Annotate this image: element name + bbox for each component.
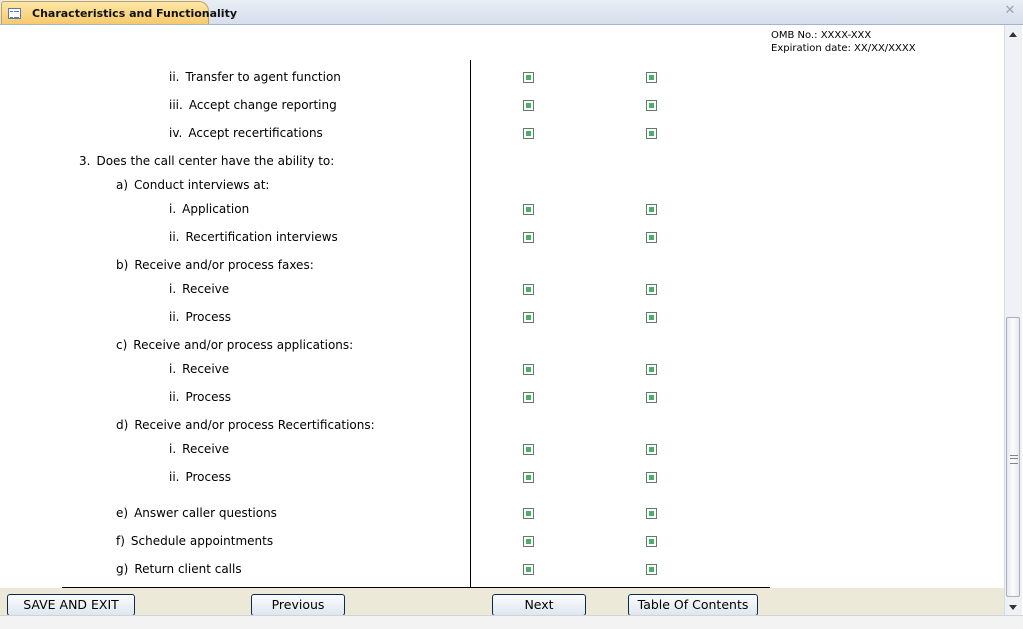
form-icon xyxy=(8,8,21,19)
q3b-item-ii-label: ii. Process xyxy=(169,310,232,324)
checkbox-recert-receive-col2[interactable] xyxy=(646,444,657,455)
checkbox-recert-process-col2[interactable] xyxy=(646,472,657,483)
omb-info: OMB No.: XXXX-XXX Expiration date: XX/XX… xyxy=(771,29,916,55)
checkbox-answer-questions-col2[interactable] xyxy=(646,508,657,519)
q2-item-iv-label: iv. Accept recertifications xyxy=(169,126,323,140)
checkbox-change-reporting-col2[interactable] xyxy=(646,100,657,111)
form-tab-title: Characteristics and Functionality xyxy=(32,7,237,20)
checkbox-application-col1[interactable] xyxy=(523,204,534,215)
checkbox-fax-process-col2[interactable] xyxy=(646,312,657,323)
q3a-item-ii-label: ii. Recertification interviews xyxy=(169,230,338,244)
checkbox-recert-process-col1[interactable] xyxy=(523,472,534,483)
close-icon[interactable]: ✕ xyxy=(1003,4,1017,18)
form-body xyxy=(4,25,1004,588)
checkbox-answer-questions-col1[interactable] xyxy=(523,508,534,519)
checkbox-fax-process-col1[interactable] xyxy=(523,312,534,323)
checkbox-app-receive-col1[interactable] xyxy=(523,364,534,375)
checkbox-schedule-appointments-col1[interactable] xyxy=(523,536,534,547)
scroll-up-arrow-icon[interactable] xyxy=(1009,32,1017,37)
q3a-item-i-label: i. Application xyxy=(169,202,250,216)
q3d-item-i-label: i. Receive xyxy=(169,442,230,456)
scroll-down-arrow-icon[interactable] xyxy=(1009,605,1017,610)
q3c-item-ii-label: ii. Process xyxy=(169,390,232,404)
q3b-item-i-label: i. Receive xyxy=(169,282,230,296)
checkbox-transfer-col1[interactable] xyxy=(523,72,534,83)
checkbox-schedule-appointments-col2[interactable] xyxy=(646,536,657,547)
vertical-scrollbar[interactable] xyxy=(1004,25,1022,615)
checkbox-recertifications-col2[interactable] xyxy=(646,128,657,139)
status-strip xyxy=(0,615,1023,629)
checkbox-recertifications-col1[interactable] xyxy=(523,128,534,139)
omb-number: OMB No.: XXXX-XXX xyxy=(771,30,872,41)
q2-item-iii-label: iii. Accept change reporting xyxy=(169,98,337,112)
q3d-label: d) Receive and/or process Recertification… xyxy=(116,418,375,432)
checkbox-recert-interviews-col1[interactable] xyxy=(523,232,534,243)
checkbox-return-calls-col1[interactable] xyxy=(523,564,534,575)
checkbox-app-process-col1[interactable] xyxy=(523,392,534,403)
checkbox-application-col2[interactable] xyxy=(646,204,657,215)
q3b-label: b) Receive and/or process faxes: xyxy=(116,258,314,272)
grip-icon xyxy=(1010,455,1018,464)
previous-button[interactable]: Previous xyxy=(251,594,345,616)
q3d-item-ii-label: ii. Process xyxy=(169,470,232,484)
q3c-item-i-label: i. Receive xyxy=(169,362,230,376)
q3e-label: e) Answer caller questions xyxy=(116,506,277,520)
q2-item-ii-label: ii. Transfer to agent function xyxy=(169,70,341,84)
checkbox-change-reporting-col1[interactable] xyxy=(523,100,534,111)
q3g-label: g) Return client calls xyxy=(116,562,242,576)
checkbox-return-calls-col2[interactable] xyxy=(646,564,657,575)
q3-label: 3. Does the call center have the ability … xyxy=(79,154,335,168)
save-and-exit-button[interactable]: SAVE AND EXIT xyxy=(7,594,135,616)
checkbox-app-receive-col2[interactable] xyxy=(646,364,657,375)
q3a-label: a) Conduct interviews at: xyxy=(116,178,270,192)
scrollbar-thumb[interactable] xyxy=(1006,317,1020,597)
next-button[interactable]: Next xyxy=(492,594,586,616)
form-tab[interactable]: Characteristics and Functionality xyxy=(1,1,237,24)
checkbox-app-process-col2[interactable] xyxy=(646,392,657,403)
checkbox-recert-interviews-col2[interactable] xyxy=(646,232,657,243)
checkbox-transfer-col2[interactable] xyxy=(646,72,657,83)
document-tab-bar: Characteristics and Functionality ✕ xyxy=(0,0,1023,25)
table-of-contents-button[interactable]: Table Of Contents xyxy=(628,594,758,616)
q3c-label: c) Receive and/or process applications: xyxy=(116,338,354,352)
checkbox-fax-receive-col2[interactable] xyxy=(646,284,657,295)
checkbox-fax-receive-col1[interactable] xyxy=(523,284,534,295)
column-divider xyxy=(470,60,471,588)
omb-expiration: Expiration date: XX/XX/XXXX xyxy=(771,43,916,54)
checkbox-recert-receive-col1[interactable] xyxy=(523,444,534,455)
q3f-label: f) Schedule appointments xyxy=(116,534,274,548)
